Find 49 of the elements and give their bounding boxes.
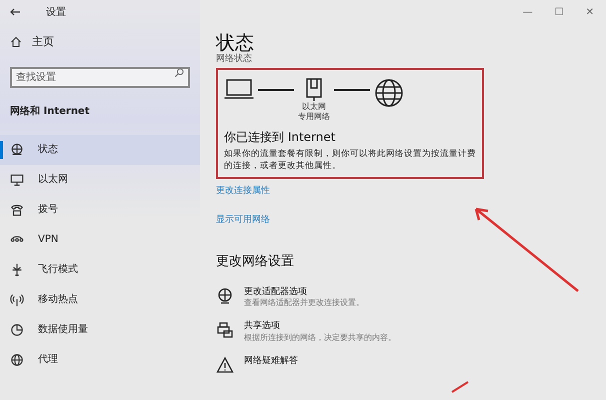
hotspot-icon	[10, 292, 24, 306]
phone-icon	[10, 202, 24, 216]
nav-item[interactable]: 移动热点	[0, 284, 200, 314]
option-title: 更改适配器选项	[244, 287, 308, 298]
nav-item[interactable]: 数据使用量	[0, 314, 200, 344]
search-icon	[174, 68, 184, 78]
laptop-icon	[224, 78, 254, 100]
search-field[interactable]: 查找设置	[10, 66, 190, 88]
nav-item[interactable]: 以太网	[0, 164, 200, 194]
settings-option[interactable]: 共享选项 根据所连接到的网络，决定要共享的内容。	[216, 321, 606, 343]
settings-link[interactable]: 显示可用网络	[216, 214, 606, 228]
section-heading: 更改网络设置	[216, 252, 295, 271]
home-icon	[10, 36, 22, 48]
page-subtitle: 网络状态	[216, 55, 253, 64]
annotation-line	[450, 380, 470, 394]
connection-description: 如果你的流量套餐有限制，则你可以将此网络设置为按流量计费的连接，或者更改其他属性。	[224, 148, 476, 173]
nav-item[interactable]: 拨号	[0, 194, 200, 224]
option-description: 根据所连接到的网络，决定要共享的内容。	[244, 332, 396, 343]
option-description: 查看网络适配器并更改连接设置。	[244, 298, 364, 308]
settings-option[interactable]: 网络疑难解答	[216, 356, 606, 374]
nav-item[interactable]: 状态	[0, 134, 200, 164]
nav-item[interactable]: VPN	[0, 224, 200, 254]
home-link[interactable]: 主页	[10, 34, 200, 50]
settings-option[interactable]: 更改适配器选项 查看网络适配器并更改连接设置。	[216, 287, 606, 308]
nav-item[interactable]: 飞行模式	[0, 254, 200, 284]
warning-icon	[216, 356, 234, 374]
back-arrow-icon[interactable]	[10, 8, 20, 16]
adapter-icon	[216, 287, 234, 306]
option-title: 网络疑难解答	[244, 356, 298, 367]
connection-heading: 你已连接到 Internet	[224, 129, 336, 146]
window-title: 设置	[46, 6, 66, 20]
monitor-icon	[10, 172, 24, 186]
airplane-icon	[10, 262, 24, 276]
ethernet-port-icon	[305, 78, 323, 102]
globe-icon	[374, 78, 404, 108]
window-control[interactable]: ✕	[586, 4, 594, 20]
window-control[interactable]: —	[522, 4, 533, 20]
globe-icon	[10, 352, 24, 366]
settings-link[interactable]: 更改连接属性	[216, 184, 606, 198]
adapter-name: 以太网	[302, 102, 326, 112]
printer-icon	[216, 321, 234, 340]
data-usage-icon	[10, 322, 24, 336]
option-title: 共享选项	[244, 321, 281, 333]
nav-item[interactable]: 代理	[0, 344, 200, 374]
section-title: 网络和 Internet	[10, 104, 90, 118]
network-status-icon	[10, 142, 24, 156]
network-type: 专用网络	[298, 112, 330, 122]
page-title: 状态	[216, 34, 255, 53]
window-control[interactable]: ☐	[554, 4, 564, 20]
